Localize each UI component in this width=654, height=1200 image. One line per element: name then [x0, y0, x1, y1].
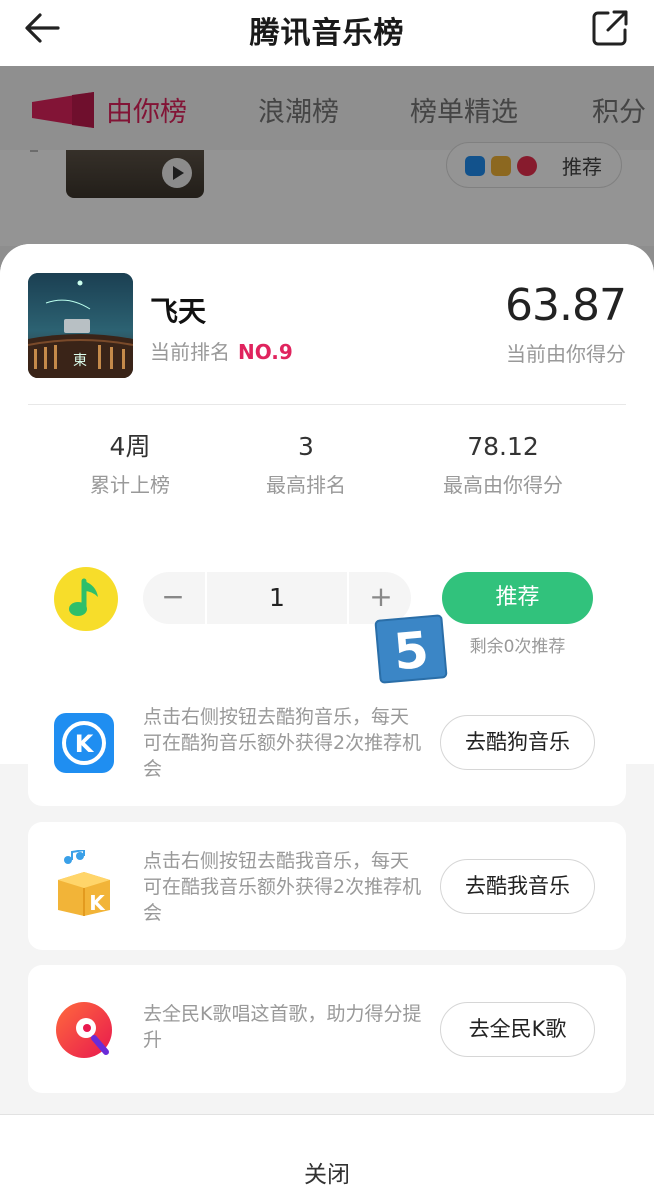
stat-value: 4周 — [109, 432, 151, 461]
stat-highest-score: 78.12 最高由你得分 — [403, 431, 603, 498]
stat-label: 累计上榜 — [90, 473, 170, 497]
album-art: 東 — [28, 273, 133, 378]
share-icon[interactable] — [588, 6, 632, 50]
quanmin-k-song-card: 去全民K歌唱这首歌，助力得分提升 去全民K歌 — [28, 965, 626, 1093]
current-rank: 当前排名 NO.9 — [150, 336, 293, 365]
quantity-value[interactable]: 1 — [205, 572, 349, 624]
quantity-stepper: − 1 + — [143, 572, 411, 624]
kugou-icon: K — [54, 713, 114, 773]
svg-text:K: K — [75, 730, 95, 758]
go-kuwo-button[interactable]: 去酷我音乐 — [440, 859, 595, 914]
stat-label: 最高由你得分 — [443, 473, 563, 497]
vote-card: − 1 + 推荐 剩余0次推荐 — [28, 535, 626, 663]
kuwo-card: K 点击右侧按钮去酷我音乐，每天可在酷我音乐额外获得2次推荐机会 去酷我音乐 — [28, 822, 626, 950]
recommend-sheet: 東 飞天 当前排名 NO.9 63.87 当前由你得分 4周 累计上榜 3 最高排… — [0, 244, 654, 1200]
quanmin-k-song-description: 去全民K歌唱这首歌，助力得分提升 — [143, 1003, 422, 1051]
stat-label: 最高排名 — [266, 473, 346, 497]
decrease-button[interactable]: − — [143, 572, 203, 624]
svg-text:K: K — [89, 891, 106, 915]
remaining-recommendations: 剩余0次推荐 — [469, 637, 566, 657]
current-score-label: 当前由你得分 — [506, 342, 626, 366]
kuwo-description: 点击右侧按钮去酷我音乐，每天可在酷我音乐额外获得2次推荐机会 — [143, 850, 422, 924]
kuwo-icon: K — [58, 850, 110, 916]
recommend-button[interactable]: 推荐 — [442, 572, 593, 624]
qq-music-icon — [54, 567, 118, 631]
close-button[interactable]: 关闭 — [0, 1155, 654, 1189]
kugou-card: K 点击右侧按钮去酷狗音乐，每天可在酷狗音乐额外获得2次推荐机会 去酷狗音乐 — [28, 678, 626, 806]
page-title: 腾讯音乐榜 — [249, 16, 405, 51]
song-name: 飞天 — [150, 295, 207, 328]
stat-highest-rank: 3 最高排名 — [206, 431, 406, 498]
cover-text: 東 — [73, 353, 87, 369]
current-rank-value: NO.9 — [238, 340, 293, 364]
stat-value: 3 — [298, 432, 314, 461]
quanmin-k-song-icon — [56, 1002, 112, 1058]
current-score: 63.87 — [505, 280, 627, 331]
stat-weeks-on-chart: 4周 累计上榜 — [30, 431, 230, 498]
badge-number: 5 — [391, 621, 431, 682]
header-divider — [28, 404, 626, 405]
kugou-description: 点击右侧按钮去酷狗音乐，每天可在酷狗音乐额外获得2次推荐机会 — [143, 706, 422, 780]
album-cover: 東 — [28, 273, 133, 378]
stat-value: 78.12 — [467, 432, 539, 461]
go-quanmin-k-song-button[interactable]: 去全民K歌 — [440, 1002, 595, 1057]
top-bar: 腾讯音乐榜 — [0, 0, 654, 66]
sheet-footer: 关闭 — [0, 1114, 654, 1200]
go-kugou-button[interactable]: 去酷狗音乐 — [440, 715, 595, 770]
number-badge: 5 — [374, 614, 448, 684]
current-rank-label: 当前排名 — [150, 340, 230, 364]
